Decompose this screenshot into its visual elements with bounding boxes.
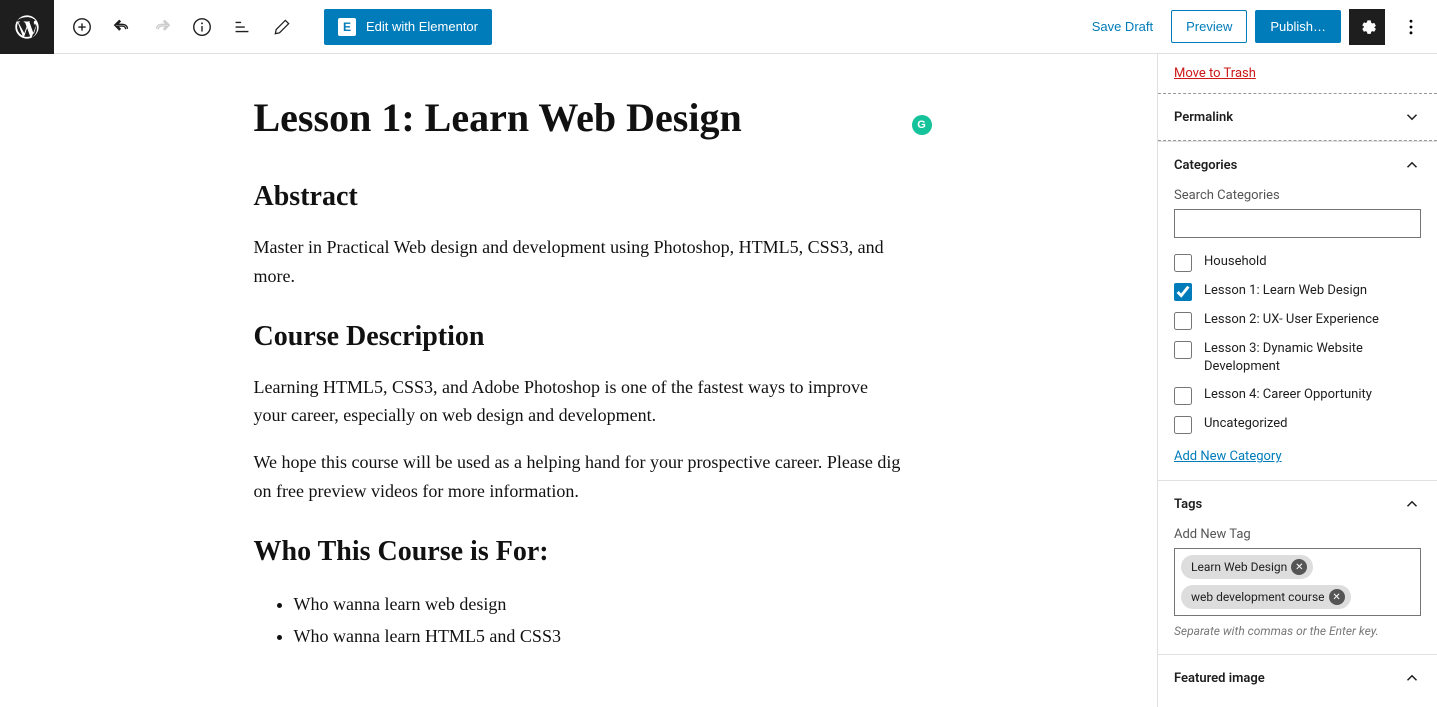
settings-button[interactable] <box>1349 9 1385 45</box>
save-draft-button[interactable]: Save Draft <box>1082 19 1163 34</box>
wordpress-logo[interactable] <box>0 0 54 54</box>
list-item[interactable]: Who wanna learn HTML5 and CSS3 <box>294 620 904 652</box>
grammarly-icon[interactable]: G <box>912 115 932 135</box>
category-label: Uncategorized <box>1204 415 1287 433</box>
tags-hint: Separate with commas or the Enter key. <box>1174 624 1421 638</box>
list-view-icon <box>231 16 253 38</box>
panel-title: Categories <box>1174 158 1237 173</box>
info-circle-icon <box>191 16 213 38</box>
wordpress-icon <box>13 13 41 41</box>
tags-panel: Tags Add New Tag Learn Web Design ✕ web … <box>1158 480 1437 654</box>
tag-text: web development course <box>1191 590 1325 604</box>
category-checkbox-lesson3[interactable] <box>1174 341 1192 359</box>
categories-body: Search Categories Household Lesson 1: Le… <box>1158 188 1437 480</box>
elementor-button[interactable]: E Edit with Elementor <box>324 9 492 45</box>
edit-mode-button[interactable] <box>264 9 300 45</box>
top-toolbar: E Edit with Elementor Save Draft Preview… <box>0 0 1437 54</box>
elementor-label: Edit with Elementor <box>366 19 478 34</box>
toolbar-left-group: E Edit with Elementor <box>54 9 502 45</box>
more-options-button[interactable] <box>1393 9 1429 45</box>
category-label: Lesson 4: Career Opportunity <box>1204 386 1372 404</box>
category-checkbox-household[interactable] <box>1174 254 1192 272</box>
move-to-trash-link[interactable]: Move to Trash <box>1174 66 1256 81</box>
heading-who[interactable]: Who This Course is For: <box>254 536 904 568</box>
paragraph[interactable]: Learning HTML5, CSS3, and Adobe Photosho… <box>254 373 904 431</box>
publish-button[interactable]: Publish… <box>1255 10 1341 43</box>
redo-button[interactable] <box>144 9 180 45</box>
category-item: Lesson 2: UX- User Experience <box>1174 306 1421 335</box>
category-checkbox-lesson1[interactable] <box>1174 283 1192 301</box>
trash-row: Move to Trash <box>1158 54 1437 93</box>
chevron-up-icon <box>1403 156 1421 174</box>
panel-title: Permalink <box>1174 110 1233 125</box>
undo-icon <box>111 16 133 38</box>
panel-title: Tags <box>1174 497 1202 512</box>
heading-abstract[interactable]: Abstract <box>254 181 904 213</box>
paragraph[interactable]: We hope this course will be used as a he… <box>254 448 904 506</box>
outline-button[interactable] <box>224 9 260 45</box>
tag-chip: web development course ✕ <box>1181 585 1351 609</box>
tags-body: Add New Tag Learn Web Design ✕ web devel… <box>1158 527 1437 654</box>
gear-icon <box>1357 17 1377 37</box>
permalink-panel-toggle[interactable]: Permalink <box>1158 94 1437 140</box>
search-categories-input[interactable] <box>1174 209 1421 238</box>
heading-description[interactable]: Course Description <box>254 321 904 353</box>
chevron-up-icon <box>1403 495 1421 513</box>
search-categories-label: Search Categories <box>1174 188 1421 203</box>
category-item: Lesson 1: Learn Web Design <box>1174 277 1421 306</box>
preview-button[interactable]: Preview <box>1171 10 1247 43</box>
details-button[interactable] <box>184 9 220 45</box>
add-tag-label: Add New Tag <box>1174 527 1421 542</box>
post-title[interactable]: Lesson 1: Learn Web Design G <box>254 94 904 141</box>
settings-sidebar: Move to Trash Permalink Categories Searc… <box>1157 54 1437 707</box>
panel-title: Featured image <box>1174 671 1265 686</box>
chevron-down-icon <box>1403 108 1421 126</box>
featured-image-panel-toggle[interactable]: Featured image <box>1158 655 1437 701</box>
category-label: Lesson 1: Learn Web Design <box>1204 282 1367 300</box>
permalink-panel: Permalink <box>1158 93 1437 141</box>
add-new-category-link[interactable]: Add New Category <box>1174 449 1282 464</box>
category-label: Household <box>1204 253 1267 271</box>
plus-circle-icon <box>71 16 93 38</box>
category-item: Household <box>1174 248 1421 277</box>
tag-remove-button[interactable]: ✕ <box>1329 589 1345 605</box>
category-label: Lesson 2: UX- User Experience <box>1204 311 1379 329</box>
list-item[interactable]: Who wanna learn web design <box>294 588 904 620</box>
who-list[interactable]: Who wanna learn web design Who wanna lea… <box>254 588 904 653</box>
category-checkbox-lesson4[interactable] <box>1174 387 1192 405</box>
paragraph[interactable]: Master in Practical Web design and devel… <box>254 233 904 291</box>
main-area: Lesson 1: Learn Web Design G Abstract Ma… <box>0 54 1437 707</box>
tag-remove-button[interactable]: ✕ <box>1291 559 1307 575</box>
categories-panel-toggle[interactable]: Categories <box>1158 142 1437 188</box>
elementor-icon: E <box>338 18 356 36</box>
redo-icon <box>151 16 173 38</box>
editor-canvas[interactable]: Lesson 1: Learn Web Design G Abstract Ma… <box>0 54 1157 707</box>
categories-panel: Categories Search Categories Household L… <box>1158 141 1437 480</box>
toolbar-right-group: Save Draft Preview Publish… <box>1082 9 1437 45</box>
tag-text: Learn Web Design <box>1191 560 1287 574</box>
block-inserter-button[interactable] <box>64 9 100 45</box>
category-checkbox-lesson2[interactable] <box>1174 312 1192 330</box>
category-label: Lesson 3: Dynamic Website Development <box>1204 340 1421 376</box>
kebab-icon <box>1401 17 1421 37</box>
category-item: Uncategorized <box>1174 410 1421 439</box>
tags-panel-toggle[interactable]: Tags <box>1158 481 1437 527</box>
tag-chip: Learn Web Design ✕ <box>1181 555 1313 579</box>
pencil-icon <box>272 17 292 37</box>
category-item: Lesson 3: Dynamic Website Development <box>1174 335 1421 381</box>
featured-image-panel: Featured image <box>1158 654 1437 701</box>
category-item: Lesson 4: Career Opportunity <box>1174 381 1421 410</box>
tags-input[interactable]: Learn Web Design ✕ web development cours… <box>1174 548 1421 616</box>
post-content: Lesson 1: Learn Web Design G Abstract Ma… <box>254 94 904 653</box>
category-checkbox-uncategorized[interactable] <box>1174 416 1192 434</box>
chevron-up-icon <box>1403 669 1421 687</box>
undo-button[interactable] <box>104 9 140 45</box>
